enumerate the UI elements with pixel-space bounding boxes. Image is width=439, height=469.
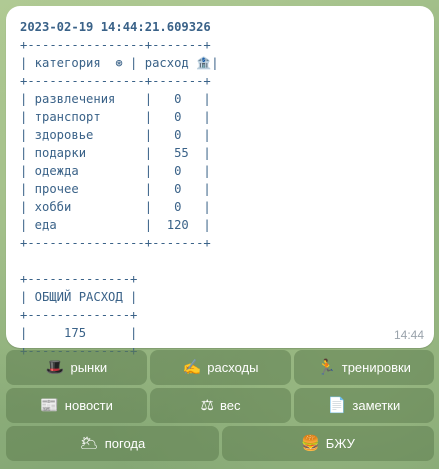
newspaper-icon: 📰 [40,397,59,414]
keyboard-button-label: новости [64,398,113,413]
keyboard-button-label: заметки [352,398,401,413]
keyboard-button-weight[interactable]: ⚖ вес [150,388,291,423]
keyboard-button-label: погода [104,436,146,451]
top-hat-icon: 🎩 [45,359,65,376]
keyboard-button-markets[interactable]: 🎩 рынки [6,350,147,385]
expense-table: +----------------+-------+ | категория ⊛… [20,38,219,358]
keyboard-button-weather[interactable]: 🌥 погода [6,426,219,461]
message-time: 14:44 [393,328,424,342]
keyboard-button-label: расходы [207,360,259,375]
keyboard-button-label: вес [219,398,241,413]
keyboard-button-notes[interactable]: 📄 заметки [294,388,434,423]
keyboard-button-workouts[interactable]: 🏃 тренировки [294,350,434,385]
keyboard-button-label: рынки [70,360,108,375]
keyboard-button-label: тренировки [341,360,411,375]
keyboard-button-label: БЖУ [325,436,355,451]
burger-icon: 🍔 [301,435,320,452]
page-icon: 📄 [327,397,347,414]
scales-icon: ⚖ [200,397,214,414]
runner-icon: 🏃 [317,359,336,376]
message-timestamp: 2023-02-19 14:44:21.609326 [20,20,211,34]
message-bubble: 2023-02-19 14:44:21.609326 +------------… [6,6,434,358]
writing-hand-icon: ✍ [182,359,202,376]
keyboard-button-news[interactable]: 📰 новости [6,388,147,423]
keyboard-button-expenses[interactable]: ✍ расходы [150,350,291,385]
message-text: 2023-02-19 14:44:21.609326 +------------… [20,18,219,360]
cloud-sun-icon: 🌥 [79,435,99,452]
keyboard-button-macros[interactable]: 🍔 БЖУ [222,426,434,461]
